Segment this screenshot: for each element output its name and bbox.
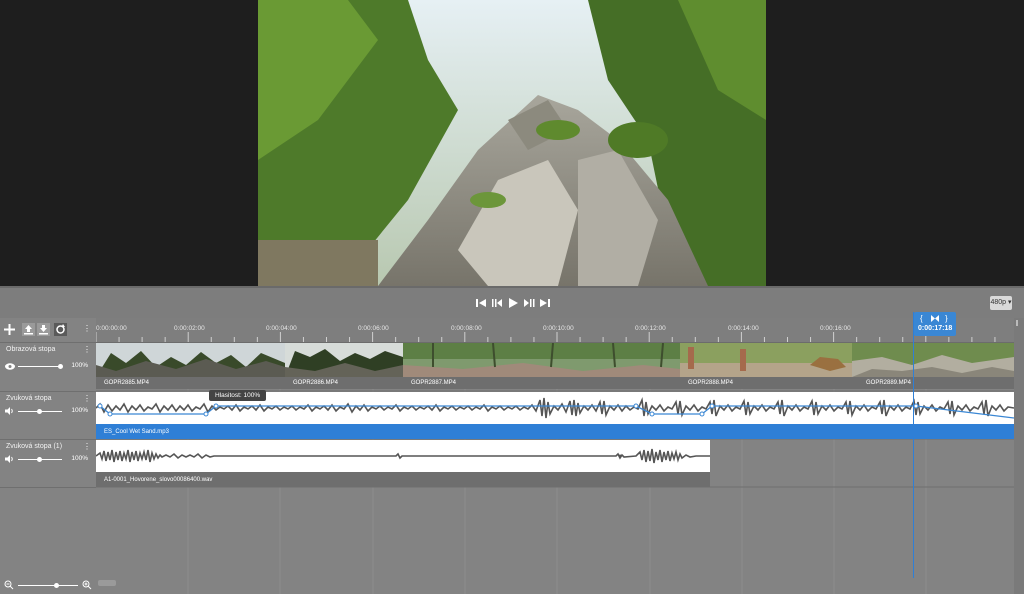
track-volume: 100% bbox=[71, 362, 88, 369]
track-volume: 100% bbox=[71, 407, 88, 414]
zoom-out-icon[interactable] bbox=[4, 580, 14, 590]
track-volume: 100% bbox=[71, 455, 88, 462]
track-name: Zvuková stopa (1) bbox=[6, 443, 63, 450]
speaker-icon[interactable] bbox=[5, 407, 15, 415]
import-icon[interactable] bbox=[22, 323, 35, 336]
audio-clip[interactable]: A1-0001_Hovorene_slovo00086400.wav bbox=[96, 440, 710, 487]
ruler-label: 0:00:00:00 bbox=[96, 325, 127, 332]
playhead-line[interactable] bbox=[913, 312, 914, 578]
track-name: Zvuková stopa bbox=[6, 395, 52, 402]
track-header-video: Obrazová stopa ⋮ 100% bbox=[0, 343, 96, 392]
ruler-label: 0:00:10:00 bbox=[543, 325, 574, 332]
zoom-control bbox=[0, 578, 96, 594]
clip-thumbnails bbox=[285, 343, 403, 377]
video-clip[interactable]: GOPR2885.MP4 bbox=[96, 343, 285, 389]
eye-icon[interactable] bbox=[5, 363, 15, 370]
track-headers: ⋮ Obrazová stopa ⋮ 100% Zvuková stopa ⋮ … bbox=[0, 318, 96, 594]
prev-frame-icon[interactable] bbox=[490, 296, 504, 310]
clip-name: A1-0001_Hovorene_slovo00086400.wav bbox=[104, 477, 213, 483]
split-icon[interactable]: { } bbox=[920, 314, 950, 323]
speaker-icon[interactable] bbox=[5, 455, 15, 463]
audio-waveform bbox=[96, 440, 710, 472]
ruler-label: 0:00:16:00 bbox=[820, 325, 851, 332]
ruler-label: 0:00:08:00 bbox=[451, 325, 482, 332]
ruler-label: 0:00:04:00 bbox=[266, 325, 297, 332]
clip-thumbnails bbox=[403, 343, 680, 377]
video-preview bbox=[0, 0, 1024, 286]
track-header-audio-1: Zvuková stopa ⋮ 100% bbox=[0, 392, 96, 440]
time-ruler[interactable]: 0:00:00:00 0:00:02:00 0:00:04:00 0:00:06… bbox=[96, 318, 1014, 343]
transport-bar bbox=[0, 288, 1024, 318]
toolbar: ⋮ bbox=[0, 318, 96, 343]
track-header-audio-2: Zvuková stopa (1) ⋮ 100% bbox=[0, 440, 96, 488]
export-icon[interactable] bbox=[37, 323, 50, 336]
video-clip[interactable]: GOPR2889.MP4 bbox=[852, 343, 1014, 389]
playhead-time: 0:00:17:18 bbox=[918, 325, 953, 332]
zoom-slider[interactable] bbox=[18, 585, 78, 586]
clip-thumbnails bbox=[852, 343, 1014, 377]
track-menu-icon[interactable]: ⋮ bbox=[83, 442, 91, 451]
slider-knob[interactable] bbox=[58, 364, 63, 369]
ruler-label: 0:00:14:00 bbox=[728, 325, 759, 332]
ruler-label: 0:00:02:00 bbox=[174, 325, 205, 332]
playhead-handle[interactable]: { } 0:00:17:18 bbox=[914, 312, 956, 336]
video-clip[interactable]: GOPR2888.MP4 bbox=[680, 343, 852, 389]
resolution-select[interactable]: 480p ▾ bbox=[990, 296, 1012, 310]
slider-knob[interactable] bbox=[37, 457, 42, 462]
clip-name: GOPR2886.MP4 bbox=[293, 380, 339, 386]
svg-text:}: } bbox=[945, 314, 948, 323]
track-menu-icon[interactable]: ⋮ bbox=[83, 394, 91, 403]
zoom-knob[interactable] bbox=[54, 583, 59, 588]
track-menu-icon[interactable]: ⋮ bbox=[83, 345, 91, 354]
clip-name: GOPR2888.MP4 bbox=[688, 380, 734, 386]
skip-end-icon[interactable] bbox=[538, 296, 552, 310]
resolution-label: 480p bbox=[990, 299, 1007, 306]
vertical-scrollbar[interactable] bbox=[1014, 318, 1024, 594]
play-icon[interactable] bbox=[506, 296, 520, 310]
clip-name: GOPR2885.MP4 bbox=[104, 380, 150, 386]
clip-name: ES_Cool Wet Sand.mp3 bbox=[104, 429, 169, 435]
clip-name: GOPR2889.MP4 bbox=[866, 380, 912, 386]
more-icon[interactable]: ⋮ bbox=[83, 324, 91, 333]
preview-frame bbox=[258, 0, 766, 286]
clip-thumbnails bbox=[680, 343, 852, 377]
video-clip[interactable]: GOPR2887.MP4 bbox=[403, 343, 680, 389]
svg-text:{: { bbox=[920, 314, 923, 323]
zoom-in-icon[interactable] bbox=[82, 580, 92, 590]
next-frame-icon[interactable] bbox=[522, 296, 536, 310]
ruler-label: 0:00:12:00 bbox=[635, 325, 666, 332]
visibility-slider[interactable] bbox=[18, 366, 62, 367]
clip-name: GOPR2887.MP4 bbox=[411, 380, 457, 386]
add-icon[interactable] bbox=[4, 324, 15, 335]
track-name: Obrazová stopa bbox=[6, 346, 56, 353]
tracks-area: GOPR2885.MP4 GOPR2886.MP4 GOPR2887.MP4 G… bbox=[96, 343, 1014, 594]
clip-thumbnails bbox=[96, 343, 285, 377]
video-clip[interactable]: GOPR2886.MP4 bbox=[285, 343, 403, 389]
horizontal-scroll-thumb[interactable] bbox=[98, 580, 116, 586]
skip-start-icon[interactable] bbox=[474, 296, 488, 310]
refresh-icon[interactable] bbox=[54, 323, 67, 336]
ruler-label: 0:00:06:00 bbox=[358, 325, 389, 332]
slider-knob[interactable] bbox=[37, 409, 42, 414]
volume-tooltip: Hlasitost: 100% bbox=[209, 390, 267, 401]
scroll-thumb[interactable] bbox=[1016, 320, 1018, 326]
